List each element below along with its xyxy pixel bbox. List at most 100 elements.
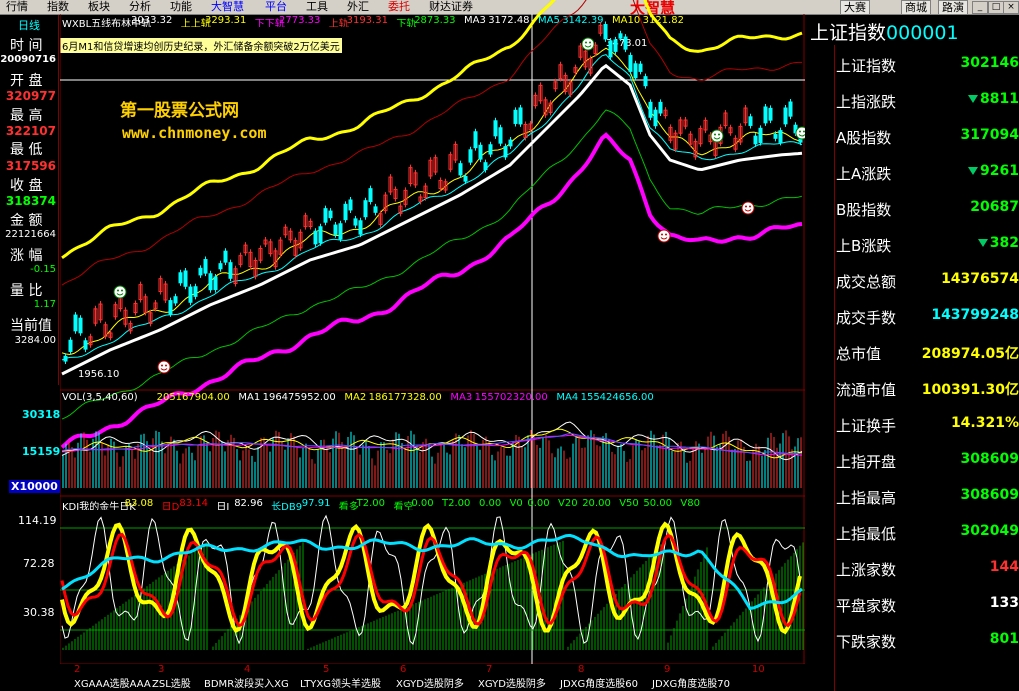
date-label: 9 [664,664,671,675]
candle-body [208,273,213,291]
summary-row-label: 流通市值 [836,381,897,399]
summary-row-value: 14376574 [941,271,1019,287]
tab-bdmr[interactable]: BDMR波段买入XG [204,679,289,691]
summary-row-label: 上涨家数 [836,561,897,579]
kdj.header-item: 97.91 [301,498,331,509]
buy-signal-icon-eye [665,233,667,236]
volume-axis-mid: 15159 [22,445,61,458]
sell-signal-icon [581,37,595,51]
roadshow-button[interactable]: 路演 [938,0,968,15]
candle-body [643,76,648,87]
summary-row-value: 208974.05亿 [922,343,1019,363]
sell-signal-icon [113,285,127,299]
sell-signal-icon-eye [718,133,720,136]
tab-jdxg60[interactable]: JDXG角度选股60 [560,679,638,691]
tab-ltyxg[interactable]: LTYXG领头羊选股 [300,679,381,691]
summary-row-number: 9261 [980,163,1019,179]
candle-body [463,175,468,182]
summary-row: 平盘家数 133 [806,587,1019,621]
ma-cyan-line [61,54,803,361]
candle-body [373,206,378,213]
time-value: 20090716 [0,54,56,65]
candle-body [638,63,643,72]
candle-body [613,39,618,52]
volume.header-item: MA3 [450,392,473,403]
tab-xgyd-1[interactable]: XGYD选股阴多 [396,679,464,691]
summary-row: 成交手数 143799248 [806,299,1019,333]
summary-row-label: 上A涨跌 [836,165,892,183]
kdj.header-item: 0.00 [527,498,550,509]
summary-row: 上指最高 308609 [806,479,1019,513]
period-label[interactable]: 日线 [0,17,58,33]
down-arrow-icon [968,95,979,103]
kdj.header-item: V50 [619,498,639,509]
buy-signal-icon-eye [165,364,167,367]
candle-body [188,286,193,303]
candle-body [508,139,513,147]
volume.header-item: MA2 [344,392,367,403]
sell-signal-icon-eye [585,41,587,44]
summary-row: 上指最低 302049 [806,515,1019,549]
contest-button[interactable]: 大赛 [840,0,870,15]
close-icon[interactable]: × [1003,1,1019,14]
candle-body [648,101,653,118]
volume-axis-top: 30318 [22,408,61,421]
high-value: 322107 [5,124,56,138]
kdj.header-item: V0 [509,498,523,509]
candle-body [628,54,633,72]
summary-row-label: B股指数 [836,201,892,219]
candle-body [83,340,88,350]
summary-row-value: 302049 [961,523,1019,539]
candle-body [658,101,663,114]
candle-body [203,259,208,274]
tab-zsl[interactable]: ZSL选股 [152,679,191,691]
candle-body [313,230,318,245]
index-title: 上证指数000001 [810,18,959,45]
candle-body [183,270,188,287]
minimize-icon[interactable]: _ [972,1,988,14]
maximize-icon[interactable]: □ [988,1,1004,14]
menu-item-quotes[interactable]: 行情 [6,0,28,14]
summary-row-number: 14376574 [941,271,1019,287]
candle-body [343,203,348,221]
summary-row-label: 上证指数 [836,57,897,75]
kdj-indicator-header: KDJ我的金牛日K 83.08 日D 83.14 日J 82.96 长DB9 97.91 看多 T… [60,498,805,510]
tab-xgyd-2[interactable]: XGYD选股阴多 [478,679,546,691]
buy-signal-icon-eye [661,233,663,236]
kdj.header-item: 日D [161,502,180,510]
candle-body [63,355,68,362]
kdj.header-item: 83.14 [179,498,209,509]
summary-row-number: 14.321% [950,415,1019,431]
candle-body [773,133,778,139]
tab-jdxg70[interactable]: JDXG角度选股70 [652,679,730,691]
change-value: -0.15 [30,264,56,275]
sell-signal-icon-eye [589,41,591,44]
summary-row-number: 308609 [960,451,1019,467]
candle-body [788,101,793,117]
summary-row-number: 317094 [960,127,1019,143]
summary-row: 上A涨跌 9261 [806,155,1019,189]
summary-row-number: 133 [989,595,1019,611]
info-panel: 日线 时 间 20090716 开 盘 320977 最 高 322107 最 … [0,15,59,385]
summary-row-value: 133 [990,595,1019,611]
tab-xgaaa[interactable]: XGAAA选股AAA [74,679,151,691]
summary-row-value: 308609 [961,487,1019,503]
summary-row-value: 9261 [968,163,1019,179]
summary-row: 上证换手 14.321% [806,407,1019,441]
date-axis: 2 3 4 5 6 7 8 9 10 [60,664,805,678]
upper-upper-band-line [61,0,803,260]
summary-row-value: 8811 [968,91,1019,107]
candle-body [198,267,203,276]
summary-row-label: 总市值 [836,345,882,363]
volume.header-item: 155424656.00 [580,392,654,403]
kdj.header-item: 83.08 [124,498,154,509]
volume.header-item: 205167904.00 [156,392,230,403]
chart-canvas[interactable] [60,0,805,664]
mall-button[interactable]: 商城 [901,0,931,15]
date-label: 6 [400,664,407,675]
candle-body [653,109,658,127]
date-label: 7 [486,664,493,675]
summary-row-label: 上指最低 [836,525,897,543]
date-label: 5 [323,664,330,675]
low-value: 317596 [5,159,56,173]
